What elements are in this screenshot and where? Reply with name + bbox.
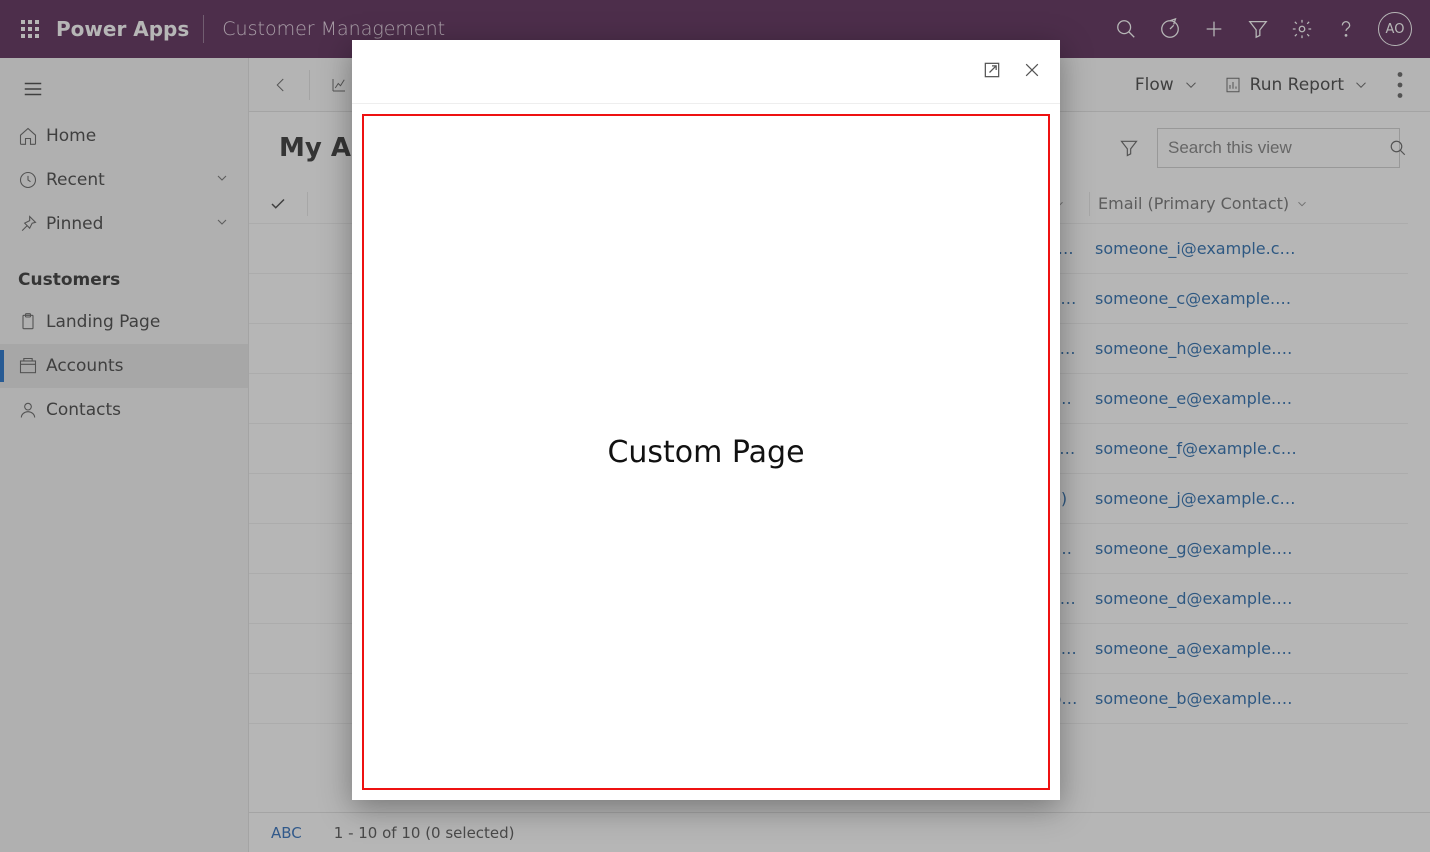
- dialog-body: Custom Page: [352, 104, 1060, 800]
- custom-page-label: Custom Page: [607, 435, 804, 470]
- dialog-close-button[interactable]: [1022, 60, 1042, 84]
- dialog-popout-button[interactable]: [982, 60, 1002, 84]
- dialog-title-bar: [352, 40, 1060, 104]
- close-icon: [1022, 60, 1042, 80]
- page-highlight-outline: Custom Page: [362, 114, 1050, 790]
- popout-icon: [982, 60, 1002, 80]
- custom-page-dialog: Custom Page: [352, 40, 1060, 800]
